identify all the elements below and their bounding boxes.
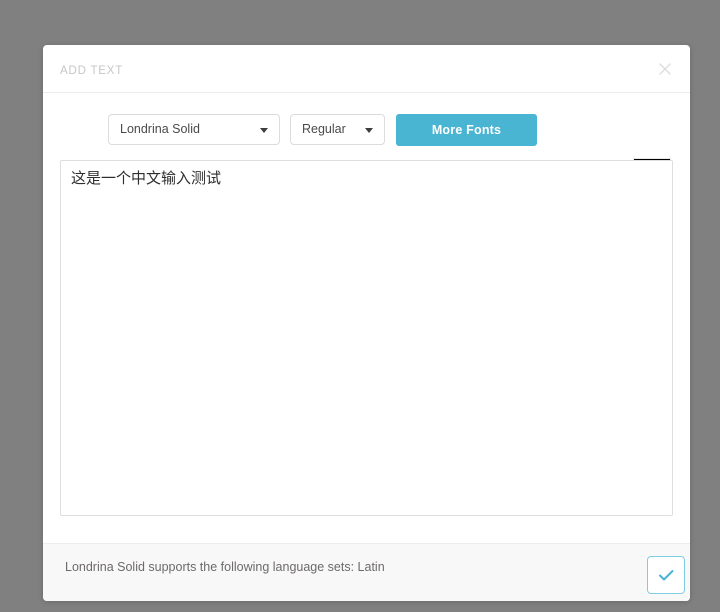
- page-title: ADD TEXT: [60, 65, 124, 77]
- chevron-down-icon: [260, 128, 268, 133]
- font-family-select[interactable]: Londrina Solid: [108, 114, 280, 145]
- add-text-dialog: ADD TEXT Londrina Solid Regular More Fon…: [43, 45, 690, 601]
- font-style-value: Regular: [302, 122, 346, 136]
- language-support-note: Londrina Solid supports the following la…: [65, 560, 385, 574]
- dialog-footer: Londrina Solid supports the following la…: [43, 543, 690, 601]
- chevron-down-icon: [365, 128, 373, 133]
- text-input[interactable]: [60, 160, 673, 516]
- close-icon[interactable]: [657, 61, 673, 77]
- check-icon: [659, 570, 674, 581]
- text-toolbar: Londrina Solid Regular More Fonts: [43, 93, 690, 194]
- dialog-header: ADD TEXT: [43, 45, 690, 93]
- more-fonts-button[interactable]: More Fonts: [396, 114, 537, 146]
- confirm-button[interactable]: [647, 556, 685, 594]
- font-family-value: Londrina Solid: [120, 122, 200, 136]
- font-style-select[interactable]: Regular: [290, 114, 385, 145]
